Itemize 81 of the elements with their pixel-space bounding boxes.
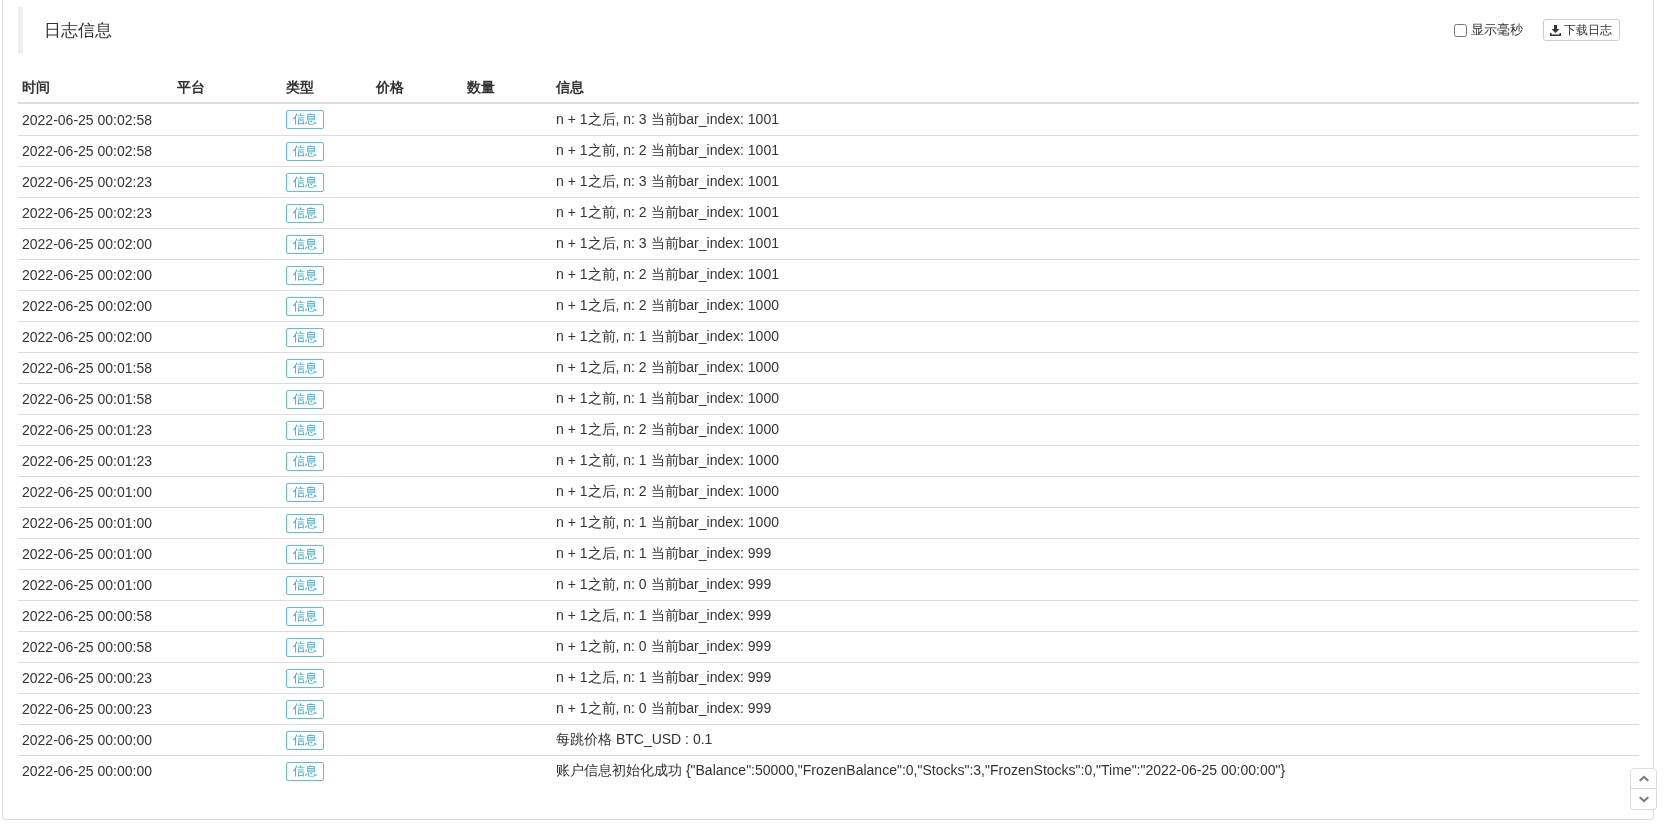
message-cell-text: n + 1之后, n: 2 当前bar_index: 1000 xyxy=(555,297,780,315)
time-cell-text: 2022-06-25 00:00:23 xyxy=(21,701,153,717)
type-tag: 信息 xyxy=(286,389,324,409)
time-cell-text: 2022-06-25 00:02:58 xyxy=(21,143,153,159)
scroll-up-button[interactable] xyxy=(1630,768,1657,789)
time-cell-text: 2022-06-25 00:00:58 xyxy=(21,608,153,624)
time-cell-text: 2022-06-25 00:01:58 xyxy=(21,391,153,407)
message-cell-text: n + 1之前, n: 1 当前bar_index: 1000 xyxy=(555,390,780,408)
message-cell-text: n + 1之前, n: 1 当前bar_index: 1000 xyxy=(555,328,780,346)
type-tag: 信息 xyxy=(286,203,324,223)
download-log-button[interactable]: 下载日志 xyxy=(1543,19,1620,41)
type-tag: 信息 xyxy=(286,482,324,502)
scroll-down-button[interactable] xyxy=(1630,789,1657,810)
message-cell-text: n + 1之后, n: 2 当前bar_index: 1000 xyxy=(555,359,780,377)
message-cell-text: n + 1之后, n: 1 当前bar_index: 999 xyxy=(555,669,773,687)
message-cell-text: n + 1之前, n: 0 当前bar_index: 999 xyxy=(555,638,773,656)
column-header: 价格 xyxy=(374,79,405,97)
message-cell-text: n + 1之前, n: 1 当前bar_index: 1000 xyxy=(555,452,780,470)
message-cell-text: n + 1之后, n: 2 当前bar_index: 1000 xyxy=(555,483,780,501)
column-header: 平台 xyxy=(176,79,206,97)
time-cell-text: 2022-06-25 00:01:00 xyxy=(21,515,153,531)
time-cell-text: 2022-06-25 00:02:00 xyxy=(21,267,153,283)
column-header: 类型 xyxy=(285,79,315,97)
type-tag: 信息 xyxy=(286,234,324,254)
time-cell-text: 2022-06-25 00:00:58 xyxy=(21,639,153,655)
message-cell-text: n + 1之后, n: 3 当前bar_index: 1001 xyxy=(555,235,780,253)
column-header: 信息 xyxy=(555,79,585,97)
message-cell-text: n + 1之前, n: 1 当前bar_index: 1000 xyxy=(555,514,780,532)
type-tag: 信息 xyxy=(286,699,324,719)
chevron-down-icon xyxy=(1638,795,1649,803)
type-tag: 信息 xyxy=(286,451,324,471)
type-tag: 信息 xyxy=(286,327,324,347)
time-cell-text: 2022-06-25 00:01:00 xyxy=(21,546,153,562)
time-cell-text: 2022-06-25 00:01:00 xyxy=(21,577,153,593)
chevron-up-icon xyxy=(1638,775,1649,782)
type-tag: 信息 xyxy=(286,606,324,626)
type-tag: 信息 xyxy=(286,110,324,129)
time-cell-text: 2022-06-25 00:00:00 xyxy=(21,732,153,748)
type-tag: 信息 xyxy=(286,544,324,564)
type-tag: 信息 xyxy=(286,265,324,285)
time-cell-text: 2022-06-25 00:02:58 xyxy=(21,111,153,128)
message-cell-text: n + 1之前, n: 2 当前bar_index: 1001 xyxy=(555,266,780,284)
column-header: 数量 xyxy=(466,79,496,97)
message-cell-text: 账户信息初始化成功 {"Balance":50000,"FrozenBalance":0,"Stocks":3,"FrozenStocks":0,"Time":"2022-06-25 00:00:00"} xyxy=(555,762,1287,780)
time-cell-text: 2022-06-25 00:00:23 xyxy=(21,670,153,686)
type-tag: 信息 xyxy=(286,420,324,440)
type-tag: 信息 xyxy=(286,141,324,161)
time-cell-text: 2022-06-25 00:02:23 xyxy=(21,205,153,221)
type-tag: 信息 xyxy=(286,668,324,688)
time-cell-text: 2022-06-25 00:01:23 xyxy=(21,422,153,438)
time-cell-text: 2022-06-25 00:02:00 xyxy=(21,298,153,314)
message-cell-text: n + 1之前, n: 2 当前bar_index: 1001 xyxy=(555,142,780,160)
time-cell-text: 2022-06-25 00:01:00 xyxy=(21,484,153,500)
message-cell-text: n + 1之后, n: 3 当前bar_index: 1001 xyxy=(555,173,780,191)
type-tag: 信息 xyxy=(286,296,324,316)
checkbox-label[interactable]: 显示毫秒 xyxy=(1471,21,1523,39)
type-tag: 信息 xyxy=(286,358,324,378)
time-cell-text: 2022-06-25 00:02:23 xyxy=(21,174,153,190)
time-cell-text: 2022-06-25 00:02:00 xyxy=(21,236,153,252)
type-tag: 信息 xyxy=(286,575,324,595)
message-cell-text: n + 1之后, n: 2 当前bar_index: 1000 xyxy=(555,421,780,439)
message-cell-text: n + 1之后, n: 3 当前bar_index: 1001 xyxy=(555,110,780,129)
type-tag: 信息 xyxy=(286,172,324,192)
type-tag: 信息 xyxy=(286,730,324,750)
time-cell-text: 2022-06-25 00:02:00 xyxy=(21,329,153,345)
panel-title: 日志信息 xyxy=(44,19,112,42)
message-cell-text: n + 1之后, n: 1 当前bar_index: 999 xyxy=(555,607,773,625)
time-cell-text: 2022-06-25 00:00:00 xyxy=(21,763,153,779)
time-cell-text: 2022-06-25 00:01:58 xyxy=(21,360,153,376)
message-cell-text: n + 1之后, n: 1 当前bar_index: 999 xyxy=(555,545,773,563)
show-ms-checkbox[interactable] xyxy=(1454,23,1467,37)
time-cell-text: 2022-06-25 00:01:23 xyxy=(21,453,153,469)
type-tag: 信息 xyxy=(286,761,324,781)
column-header: 时间 xyxy=(21,79,51,97)
message-cell-text: n + 1之前, n: 0 当前bar_index: 999 xyxy=(555,576,773,594)
type-tag: 信息 xyxy=(286,513,324,533)
message-cell-text: n + 1之前, n: 0 当前bar_index: 999 xyxy=(555,700,773,718)
download-icon xyxy=(1550,24,1561,36)
type-tag: 信息 xyxy=(286,637,324,657)
message-cell-text: 每跳价格 BTC_USD : 0.1 xyxy=(555,731,714,749)
message-cell-text: n + 1之前, n: 2 当前bar_index: 1001 xyxy=(555,204,780,222)
